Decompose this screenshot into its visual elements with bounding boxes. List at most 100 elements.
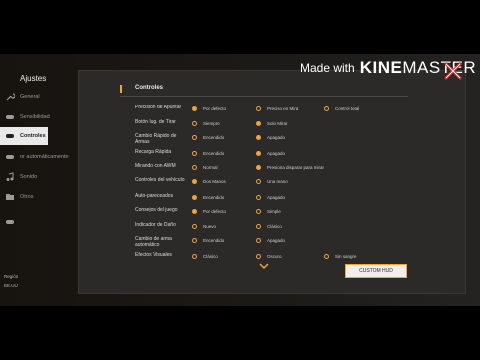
- radio-button-icon: [256, 165, 261, 170]
- radio-option-label: Oscuro: [267, 254, 282, 259]
- sidebar-item-label: General: [20, 94, 40, 100]
- sidebar-item-label: Otros: [20, 194, 34, 200]
- radio-option-label: Encendido: [203, 151, 225, 156]
- radio-button-icon: [192, 224, 197, 229]
- radio-button-icon: [256, 238, 261, 243]
- controller-icon: [6, 134, 14, 138]
- settings-row: Cambio de arma automático Encendido Apagad…: [135, 236, 425, 251]
- radio-option-label: Siempre: [203, 121, 220, 126]
- sidebar-item-controles[interactable]: Controles: [0, 127, 48, 145]
- radio-option-label: Apagado: [267, 151, 286, 156]
- watermark-prefix: Made with: [300, 61, 355, 75]
- radio-option-label: Clásico: [267, 224, 282, 229]
- radio-option-label: Clásico: [203, 254, 218, 259]
- sidebar-item-general[interactable]: General: [0, 88, 48, 106]
- settings-row: Controles del vehículo Dos Manos Una mano: [135, 177, 425, 192]
- gamepad-icon: [6, 115, 14, 119]
- radio-button-icon: [256, 151, 261, 156]
- radio-option-label: Simple: [267, 209, 281, 214]
- sidebar-title: Ajustes: [20, 74, 47, 83]
- radio-option-label: Una mano: [267, 179, 288, 184]
- region-value: EE.UU: [4, 283, 18, 288]
- radio-option-label: Encendido: [203, 135, 225, 140]
- section-accent: [120, 85, 122, 93]
- settings-row: Botón lug. de Tirar Siempre Solo Mirar: [135, 119, 425, 134]
- sidebar-item-label: Sonido: [20, 174, 38, 180]
- radio-button-icon: [192, 195, 197, 200]
- setting-name: Indicador de Daño: [135, 222, 176, 228]
- watermark-brand-bold: KINE: [359, 58, 403, 77]
- radio-button-icon: [324, 106, 329, 111]
- region-label: Región: [4, 274, 19, 279]
- sidebar-item-automatico[interactable]: or automáticamente: [0, 148, 69, 166]
- custom-hud-button[interactable]: CUSTOM HUD: [345, 264, 407, 278]
- radio-option-label: Encendido: [203, 195, 225, 200]
- sidebar-item-label: Sensibilidad: [20, 114, 50, 120]
- radio-button-icon: [256, 254, 261, 259]
- sidebar-item-sonido[interactable]: Sonido: [0, 168, 48, 186]
- section-title: Controles: [135, 85, 164, 91]
- settings-row: Auto-pareceados Encendido Apagado: [135, 193, 425, 208]
- radio-option-label: Por defecto: [203, 209, 227, 214]
- settings-row: Efectos Visuales Clásico Oscuro Sin sangre: [135, 252, 425, 263]
- radio-option-label: Por defecto: [203, 106, 227, 111]
- radio-option-label: Apagado: [267, 238, 286, 243]
- radio-button-icon: [256, 224, 261, 229]
- radio-button-icon: [192, 135, 197, 140]
- wrench-icon: [6, 93, 15, 101]
- radio-option-label: Normal: [203, 165, 218, 170]
- radio-option-label: Encendido: [203, 238, 225, 243]
- setting-name: Botón lug. de Tirar: [135, 119, 176, 125]
- setting-name: Precisión de Apuntar: [135, 105, 182, 110]
- settings-row: Consejos del juego Por defecto Simple: [135, 207, 425, 222]
- setting-name: Cambio de arma automático: [135, 236, 172, 248]
- radio-option-label: Sin sangre: [335, 254, 357, 259]
- folder-icon: [6, 194, 14, 200]
- radio-button-icon: [192, 238, 197, 243]
- sidebar-item-otros[interactable]: Otros: [0, 188, 48, 206]
- setting-name: Mirando con AWM: [135, 163, 176, 169]
- settings-row: Indicador de Daño Nuevo Clásico: [135, 222, 425, 237]
- setting-name: Recarga Rápida: [135, 149, 172, 155]
- radio-option-label: Apagado: [267, 195, 286, 200]
- radio-button-icon: [256, 135, 261, 140]
- setting-name: Cambio Rápido de Armas: [135, 133, 177, 145]
- settings-row: Cambio Rápido de Armas Encendido Apagado: [135, 133, 425, 148]
- controller-icon: [6, 155, 14, 159]
- setting-name: Controles del vehículo: [135, 177, 185, 183]
- radio-option-label: Apagado: [267, 135, 286, 140]
- chevron-down-icon[interactable]: [259, 263, 269, 270]
- radio-option-label: Nuevo: [203, 224, 217, 229]
- radio-button-icon: [192, 209, 197, 214]
- setting-name: Auto-pareceados: [135, 193, 174, 199]
- radio-button-icon: [192, 165, 197, 170]
- music-note-icon: [6, 172, 14, 181]
- section-divider: [120, 96, 408, 97]
- radio-option-label: Preciso en Mira: [267, 106, 299, 111]
- radio-button-icon: [256, 209, 261, 214]
- sidebar-item-extra[interactable]: [0, 213, 48, 231]
- radio-button-icon: [256, 106, 261, 111]
- radio-button-icon: [256, 121, 261, 126]
- sidebar-item-label: or automáticamente: [20, 154, 69, 160]
- radio-option-label: Solo Mirar: [267, 121, 288, 126]
- close-icon[interactable]: [440, 58, 466, 84]
- sidebar-item-sensibilidad[interactable]: Sensibilidad: [0, 108, 50, 126]
- radio-button-icon: [192, 106, 197, 111]
- settings-list: Precisión de Apuntar Por defecto Preciso e…: [135, 105, 425, 263]
- radio-option-label: Presiona disparar para mirar: [267, 165, 325, 170]
- gamepad-icon: [6, 220, 14, 224]
- sidebar-item-label: Controles: [20, 133, 46, 139]
- radio-button-icon: [192, 121, 197, 126]
- settings-row: Recarga Rápida Encendido Apagado: [135, 149, 425, 164]
- setting-name: Efectos Visuales: [135, 252, 172, 258]
- settings-row: Precisión de Apuntar Por defecto Preciso e…: [135, 105, 425, 119]
- radio-button-icon: [256, 195, 261, 200]
- radio-button-icon: [192, 254, 197, 259]
- radio-option-label: Dos Manos: [203, 179, 226, 184]
- settings-row: Mirando con AWM Normal Presiona disparar p…: [135, 163, 425, 178]
- radio-option-label: Control total: [335, 106, 360, 111]
- radio-button-icon: [324, 254, 329, 259]
- setting-name: Consejos del juego: [135, 207, 178, 213]
- radio-button-icon: [256, 179, 261, 184]
